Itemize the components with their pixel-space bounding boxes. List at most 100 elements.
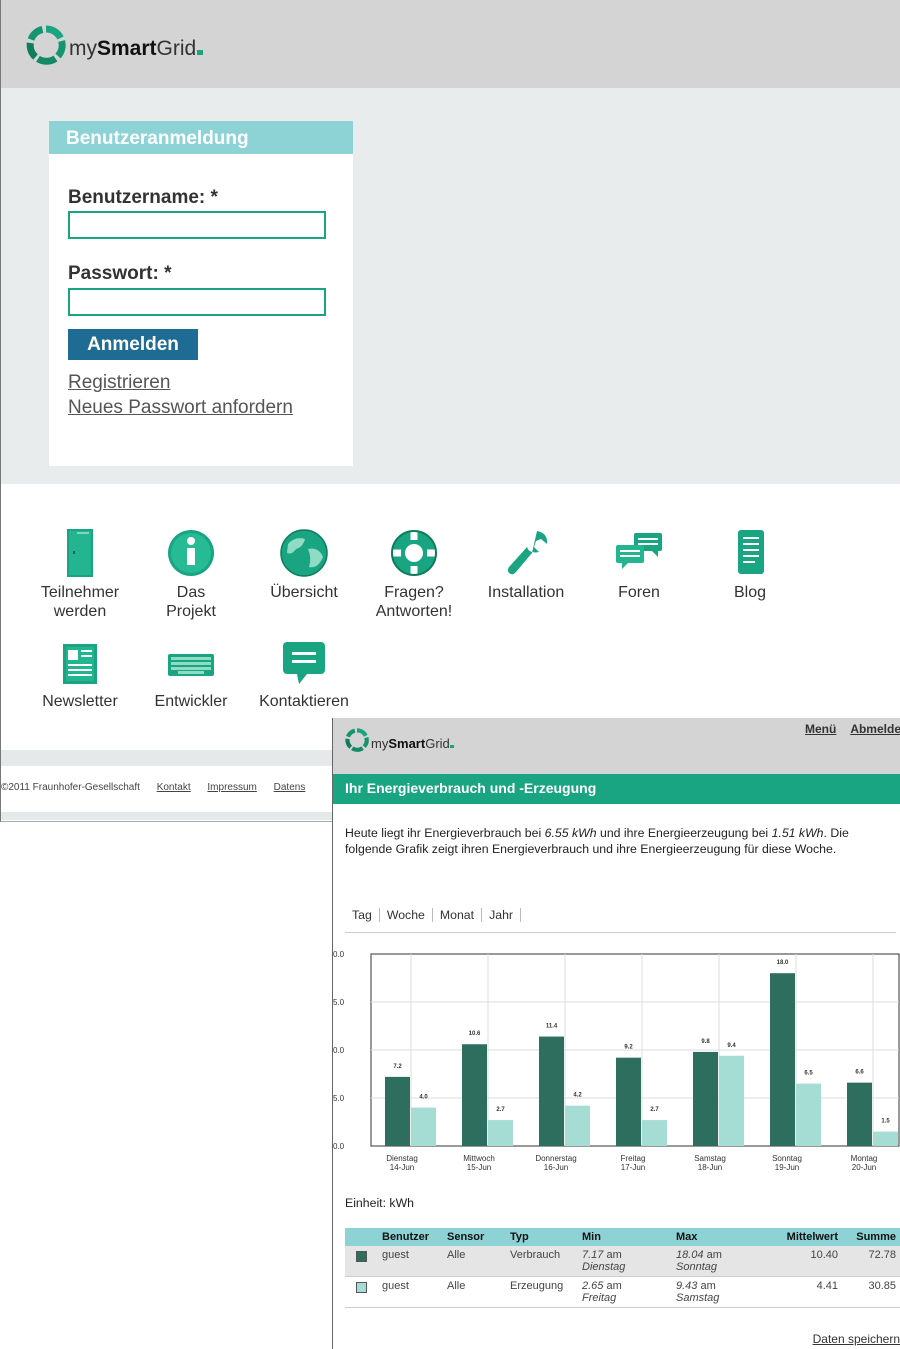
x-tick-label: Donnerstag <box>535 1154 576 1163</box>
bar <box>565 1105 590 1146</box>
table-header-row: Benutzer Sensor Typ Min Max Mittelwert S… <box>345 1228 900 1246</box>
tile-label-line1: Teilnehmer <box>40 584 120 601</box>
cell-max: 18.04 am Sonntag <box>671 1246 771 1277</box>
cell-sensor: Alle <box>442 1246 505 1277</box>
tile-fragen-antworten[interactable]: Fragen? Antworten! <box>364 527 464 621</box>
y-tick-label: 0.0 <box>333 950 345 959</box>
speech-bubble-icon <box>283 642 325 684</box>
series-color-swatch <box>356 1251 367 1262</box>
page-title: Ihr Energieverbrauch und -Erzeugung <box>333 774 900 804</box>
tile-label-line1: Übersicht <box>270 584 338 601</box>
tab-monat[interactable]: Monat <box>432 908 483 922</box>
bar-value-label: 7.2 <box>393 1064 402 1070</box>
x-tick-label: 19-Jun <box>775 1163 799 1172</box>
wrench-icon <box>507 531 548 575</box>
footer-link-kontakt[interactable]: Kontakt <box>157 782 191 793</box>
bar <box>616 1057 641 1146</box>
bar-value-label: 2.7 <box>650 1107 659 1113</box>
reset-password-link[interactable]: Neues Passwort anfordern <box>68 397 293 419</box>
tile-label-line1: Fragen? <box>384 584 444 601</box>
summary-table: Benutzer Sensor Typ Min Max Mittelwert S… <box>345 1228 900 1308</box>
x-tick-label: 20-Jun <box>852 1163 876 1172</box>
tile-uebersicht[interactable]: Übersicht <box>254 527 354 602</box>
login-button[interactable]: Anmelden <box>68 329 198 360</box>
series-color-swatch <box>356 1282 367 1293</box>
footer: ©2011 Fraunhofer-Gesellschaft Kontakt Im… <box>1 782 319 793</box>
login-page-window: mySmartGrid Benutzeranmeldung Benutzerna… <box>0 0 900 822</box>
mysmartgrid-logo[interactable]: mySmartGrid <box>26 25 204 65</box>
login-box: Benutzeranmeldung Benutzername: * Passwo… <box>49 121 353 466</box>
tile-kontaktieren[interactable]: Kontaktieren <box>254 640 354 711</box>
save-data-link[interactable]: Daten speichern <box>813 1332 900 1346</box>
y-tick-label: 0.0 <box>333 1142 345 1151</box>
register-link[interactable]: Registrieren <box>68 372 170 394</box>
y-tick-label: 5.0 <box>333 1094 345 1103</box>
bar <box>411 1107 436 1146</box>
logo-ring-icon <box>26 25 66 65</box>
x-tick-label: Mittwoch <box>463 1154 495 1163</box>
cell-sensor: Alle <box>442 1276 505 1308</box>
bar <box>642 1120 667 1146</box>
keyboard-icon <box>168 654 214 676</box>
intro-text: Heute liegt ihr Energieverbrauch bei 6.5… <box>345 826 849 856</box>
tile-installation[interactable]: Installation <box>476 527 576 602</box>
globe-icon <box>280 529 328 577</box>
production-value: 1.51 kWh <box>771 826 824 840</box>
unit-label: Einheit: kWh <box>345 1196 415 1210</box>
period-tabs: Tag Woche Monat Jahr <box>345 908 896 933</box>
table-row: guest Alle Erzeugung 2.65 am Freitag 9.43… <box>345 1276 900 1308</box>
tab-tag[interactable]: Tag <box>345 908 380 922</box>
tile-foren[interactable]: Foren <box>589 527 689 602</box>
tile-label-line1: Das <box>176 584 206 601</box>
tile-label-line1: Newsletter <box>42 693 118 710</box>
top-menu: Menü Abmelde <box>791 722 900 736</box>
bar <box>719 1055 744 1146</box>
cell-min: 2.65 am Freitag <box>577 1276 671 1308</box>
menu-link[interactable]: Menü <box>805 722 836 736</box>
cell-sum: 30.85 <box>843 1276 900 1308</box>
x-tick-label: 14-Jun <box>390 1163 414 1172</box>
bar <box>693 1051 718 1146</box>
col-min: Min <box>577 1228 671 1246</box>
cell-type: Verbrauch <box>505 1246 577 1277</box>
footer-link-datenschutz[interactable]: Datens <box>274 782 306 793</box>
cell-type: Erzeugung <box>505 1276 577 1308</box>
bar-value-label: 2.7 <box>496 1107 505 1113</box>
bar <box>462 1044 487 1146</box>
tile-teilnehmer[interactable]: Teilnehmer werden <box>30 527 130 621</box>
tile-label-line1: Blog <box>733 584 767 601</box>
tile-label-line2: Projekt <box>166 603 216 620</box>
bar <box>770 973 795 1146</box>
x-tick-label: Freitag <box>621 1154 646 1163</box>
tile-entwickler[interactable]: Entwickler <box>141 640 241 711</box>
bar-value-label: 4.0 <box>419 1095 428 1101</box>
bar-value-label: 6.6 <box>855 1070 864 1076</box>
x-tick-label: 17-Jun <box>621 1163 645 1172</box>
consumption-value: 6.55 kWh <box>544 826 597 840</box>
x-tick-label: 15-Jun <box>467 1163 491 1172</box>
footer-link-impressum[interactable]: Impressum <box>207 782 256 793</box>
col-summe: Summe <box>843 1228 900 1246</box>
login-box-title: Benutzeranmeldung <box>49 121 353 154</box>
tab-woche[interactable]: Woche <box>379 908 433 922</box>
tab-jahr[interactable]: Jahr <box>482 908 521 922</box>
bar <box>488 1120 513 1146</box>
cell-mean: 4.41 <box>771 1276 843 1308</box>
energy-header: mySmartGrid Menü Abmelde <box>333 718 900 774</box>
tile-label-line1: Kontaktieren <box>259 693 349 710</box>
col-typ: Typ <box>505 1228 577 1246</box>
tile-das-projekt[interactable]: Das Projekt <box>141 527 241 621</box>
mysmartgrid-logo[interactable]: mySmartGrid <box>345 728 454 752</box>
cell-max: 9.43 am Samstag <box>671 1276 771 1308</box>
col-max: Max <box>671 1228 771 1246</box>
tile-label-line1: Installation <box>487 584 565 601</box>
lifebuoy-icon <box>391 530 437 576</box>
x-tick-label: 18-Jun <box>698 1163 722 1172</box>
tile-blog[interactable]: Blog <box>700 527 800 602</box>
tile-newsletter[interactable]: Newsletter <box>30 640 130 711</box>
logout-link[interactable]: Abmelde <box>850 722 900 736</box>
x-tick-label: Samstag <box>694 1154 726 1163</box>
tile-label-line1: Entwickler <box>154 693 228 710</box>
username-input[interactable] <box>68 211 326 239</box>
password-input[interactable] <box>68 288 326 316</box>
